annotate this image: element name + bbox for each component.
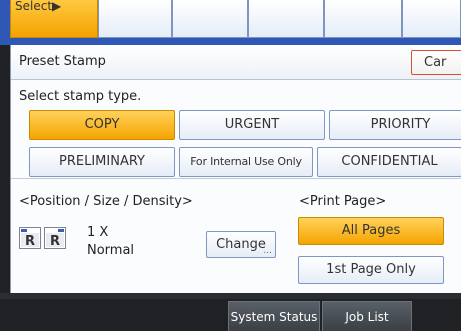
top-tab-5[interactable]: [402, 0, 461, 38]
section-divider: [11, 178, 461, 179]
stamp-position-icon: R: [19, 227, 41, 249]
density-value: Normal: [87, 243, 135, 258]
stamp-preliminary-button[interactable]: PRELIMINARY: [29, 147, 175, 177]
size-value: 1 X: [87, 225, 109, 240]
select-tab[interactable]: Select▶: [10, 0, 98, 38]
select-tab-label: Select▶: [15, 0, 62, 13]
top-tab-2[interactable]: [172, 0, 248, 38]
bottom-bar: System Status Job List: [0, 293, 461, 331]
system-status-button[interactable]: System Status: [228, 301, 320, 331]
svg-text:R: R: [25, 234, 35, 249]
change-button-label: Change: [216, 237, 266, 252]
stamp-copy-button[interactable]: COPY: [29, 110, 175, 140]
cancel-button[interactable]: Car: [411, 50, 461, 75]
change-button[interactable]: Change ...: [206, 231, 276, 258]
page-title: Preset Stamp: [19, 54, 106, 69]
change-ellipsis: ...: [263, 246, 272, 256]
stamp-confidential-button[interactable]: CONFIDENTIAL: [317, 147, 461, 177]
stamp-type-label: Select stamp type.: [19, 89, 142, 104]
top-tab-3[interactable]: [248, 0, 324, 38]
stamp-urgent-button[interactable]: URGENT: [179, 110, 325, 140]
panel-header: Preset Stamp Car: [11, 45, 461, 80]
stamp-internal-use-button[interactable]: For Internal Use Only: [179, 147, 313, 177]
all-pages-button[interactable]: All Pages: [298, 217, 444, 245]
print-page-label: <Print Page>: [299, 194, 387, 209]
stamp-position-icon-2: R: [44, 227, 66, 249]
first-page-only-button[interactable]: 1st Page Only: [298, 256, 444, 284]
bottom-strip: [0, 293, 461, 299]
top-tab-4[interactable]: [324, 0, 402, 38]
job-list-button[interactable]: Job List: [322, 301, 412, 331]
preset-stamp-panel: Preset Stamp Car Select stamp type. COPY…: [10, 45, 461, 293]
stamp-priority-button[interactable]: PRIORITY: [329, 110, 461, 140]
svg-text:R: R: [50, 234, 60, 249]
position-size-density-label: <Position / Size / Density>: [19, 194, 193, 209]
top-tab-1[interactable]: [98, 0, 172, 38]
top-tab-strip: Select▶: [0, 0, 461, 45]
